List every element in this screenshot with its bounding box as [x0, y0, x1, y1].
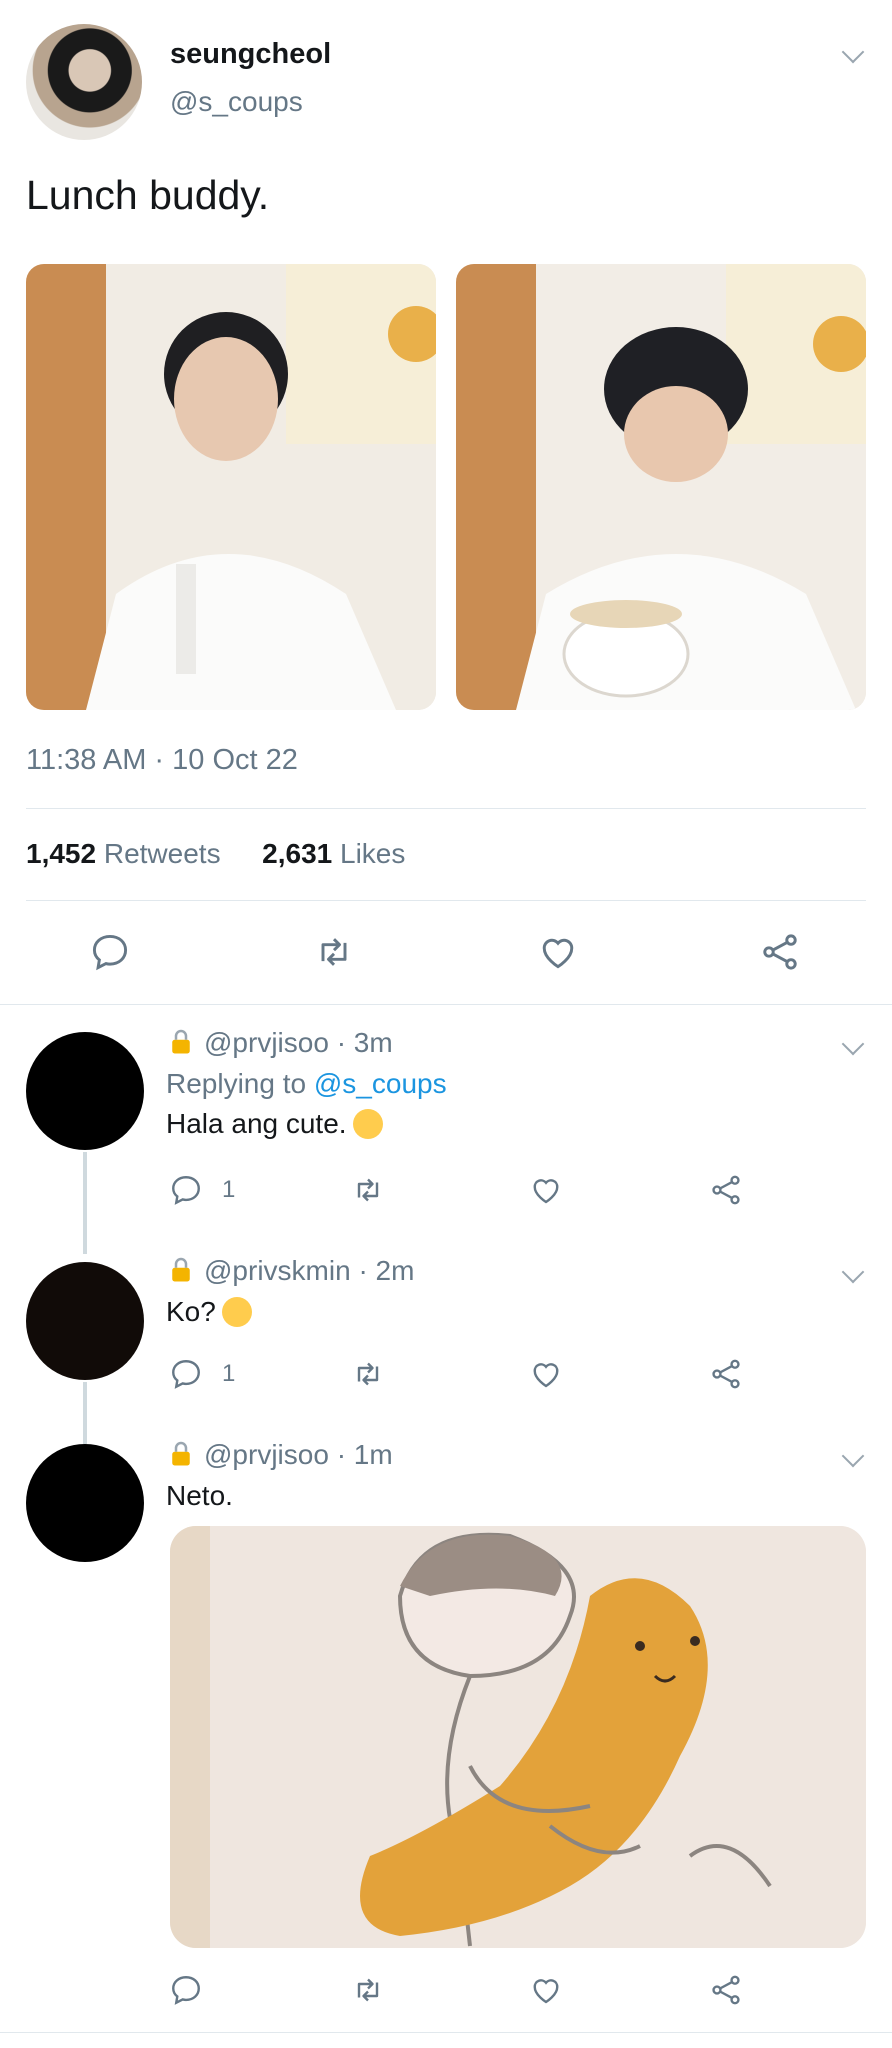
- replying-to: Replying to @s_coups: [166, 1068, 447, 1099]
- share-icon[interactable]: [708, 1172, 744, 1208]
- reply-header: @privskmin · 2m: [166, 1254, 414, 1291]
- reply-handle[interactable]: @prvjisoo: [204, 1027, 329, 1058]
- reply-text: Ko?: [166, 1296, 252, 1328]
- pleading-face-emoji: [221, 1297, 252, 1327]
- tweet-photo-2[interactable]: [456, 264, 866, 710]
- reply-image[interactable]: [170, 1526, 866, 1948]
- author-handle[interactable]: @s_coups: [170, 86, 303, 118]
- tweet-timestamp[interactable]: 11:38 AM · 10 Oct 22: [26, 744, 298, 777]
- like-icon[interactable]: [528, 1172, 564, 1208]
- lock-icon: [166, 1438, 196, 1475]
- thread-line: [83, 1382, 87, 1444]
- share-icon[interactable]: [708, 1356, 744, 1392]
- reply-icon[interactable]: [168, 1172, 204, 1208]
- like-icon[interactable]: [528, 1356, 564, 1392]
- retweet-icon[interactable]: [350, 1172, 386, 1208]
- reply-handle[interactable]: @privskmin: [204, 1255, 351, 1286]
- divider: [0, 1004, 892, 1005]
- retweet-icon[interactable]: [350, 1356, 386, 1392]
- reply-header: @prvjisoo · 1m: [166, 1438, 393, 1475]
- reply-time: · 1m: [336, 1439, 393, 1470]
- reply-text: Hala ang cute.: [166, 1108, 383, 1140]
- reply-icon[interactable]: [168, 1972, 204, 2008]
- chevron-down-icon[interactable]: [841, 1260, 865, 1284]
- lock-icon: [166, 1254, 196, 1291]
- divider: [26, 808, 866, 809]
- reply-avatar[interactable]: [26, 1032, 144, 1150]
- chevron-down-icon[interactable]: [841, 40, 865, 64]
- author-avatar[interactable]: [26, 24, 142, 140]
- chevron-down-icon[interactable]: [841, 1032, 865, 1056]
- reply-handle[interactable]: @prvjisoo: [204, 1439, 329, 1470]
- reply-avatar[interactable]: [26, 1262, 144, 1380]
- author-name[interactable]: seungcheol: [170, 38, 331, 71]
- lock-icon: [166, 1026, 196, 1063]
- reply-header: @prvjisoo · 3m: [166, 1026, 393, 1063]
- retweet-icon[interactable]: [312, 930, 356, 974]
- chevron-down-icon[interactable]: [841, 1444, 865, 1468]
- share-icon[interactable]: [708, 1972, 744, 2008]
- reply-icon[interactable]: [88, 930, 132, 974]
- divider: [0, 2032, 892, 2033]
- retweet-icon[interactable]: [350, 1972, 386, 2008]
- tweet-stats: 1,452 Retweets 2,631 Likes: [26, 838, 405, 870]
- thread-line: [83, 1152, 87, 1254]
- reply-time: · 3m: [336, 1027, 393, 1058]
- like-icon[interactable]: [528, 1972, 564, 2008]
- reply-icon[interactable]: [168, 1356, 204, 1392]
- reply-time: · 2m: [358, 1255, 415, 1286]
- tweet-photo-1[interactable]: [26, 264, 436, 710]
- reply-avatar[interactable]: [26, 1444, 144, 1562]
- replying-to-handle[interactable]: @s_coups: [314, 1068, 447, 1099]
- crying-face-emoji: [352, 1109, 383, 1139]
- tweet-text: Lunch buddy.: [26, 172, 270, 218]
- reply-text: Neto.: [166, 1480, 233, 1511]
- divider: [26, 900, 866, 901]
- reply-count: 1: [222, 1360, 236, 1387]
- retweet-count[interactable]: 1,452 Retweets: [26, 838, 221, 869]
- share-icon[interactable]: [758, 930, 802, 974]
- like-count[interactable]: 2,631 Likes: [262, 838, 405, 869]
- like-icon[interactable]: [536, 930, 580, 974]
- reply-count: 1: [222, 1176, 236, 1203]
